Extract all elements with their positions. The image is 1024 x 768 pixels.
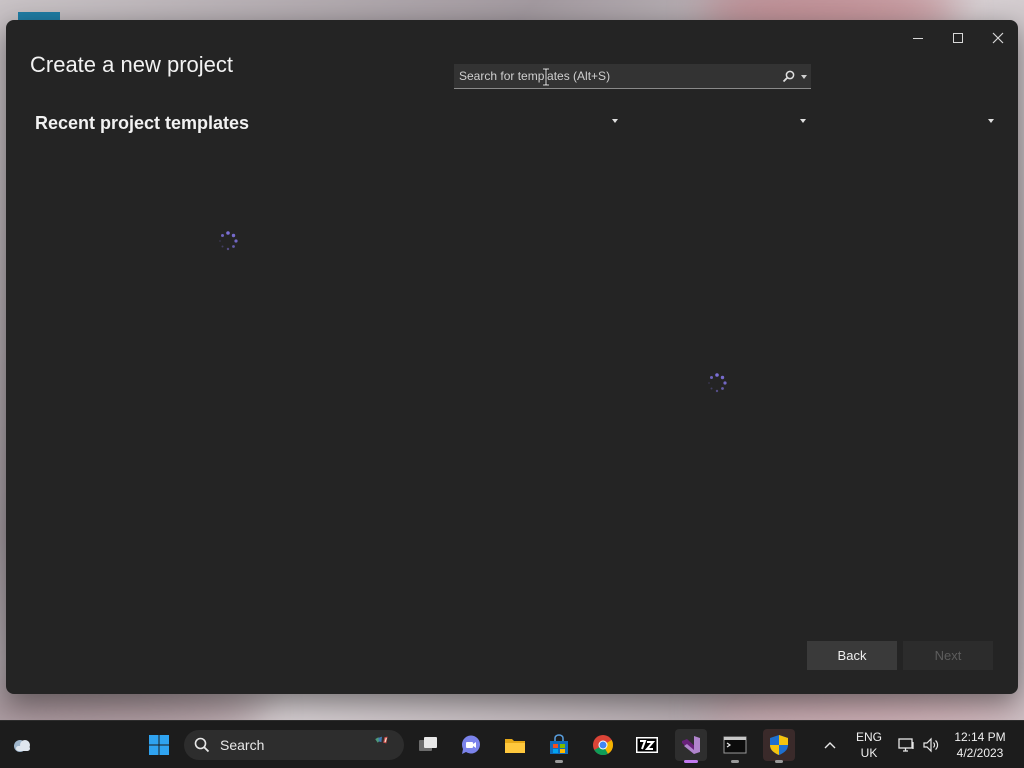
page-title: Create a new project [30, 52, 233, 77]
running-indicator [731, 760, 739, 763]
search-icon [194, 737, 210, 753]
visual-studio-button[interactable] [675, 729, 707, 763]
chrome-icon [593, 735, 614, 756]
task-view-button[interactable] [412, 729, 444, 761]
language-region: UK [860, 746, 878, 760]
volume-control[interactable] [920, 721, 942, 768]
search-icon[interactable] [782, 70, 795, 83]
templates-loading-spinner-icon [708, 373, 727, 393]
project-type-filter-dropdown[interactable] [828, 110, 996, 132]
file-explorer-button[interactable] [499, 729, 531, 761]
taskbar-search-box[interactable]: Search [184, 730, 404, 760]
chevron-down-icon [612, 119, 618, 123]
security-button[interactable] [763, 729, 795, 763]
network-status[interactable] [896, 721, 918, 768]
store-icon [550, 734, 568, 754]
network-icon [898, 738, 914, 752]
active-indicator [684, 760, 698, 763]
close-button[interactable] [978, 24, 1018, 52]
chrome-button[interactable] [587, 729, 619, 761]
task-view-icon [419, 737, 437, 751]
weather-widget[interactable] [6, 729, 38, 761]
minimize-icon [913, 37, 923, 39]
volume-icon [923, 737, 939, 753]
back-button[interactable]: Back [807, 641, 897, 670]
clock-time: 12:14 PM [954, 730, 1006, 744]
running-indicator [555, 760, 563, 763]
search-placeholder: Search for templates (Alt+S) [459, 69, 611, 83]
search-highlight-art-icon [375, 736, 388, 744]
teams-chat-button[interactable] [455, 729, 487, 761]
taskbar-search-label: Search [220, 737, 265, 753]
close-icon [992, 32, 1004, 44]
chevron-up-icon [824, 742, 836, 749]
platform-filter-dropdown[interactable] [644, 110, 808, 132]
weather-icon [14, 740, 30, 752]
7zip-button[interactable] [631, 729, 663, 761]
taskbar: Search ENG UK 12:14 PM 4/2/2023 [0, 720, 1024, 768]
security-shield-icon [770, 735, 788, 755]
language-filter-dropdown[interactable] [456, 110, 620, 132]
maximize-icon [953, 33, 963, 43]
minimize-button[interactable] [898, 24, 938, 52]
language-code: ENG [855, 730, 882, 744]
start-button[interactable] [143, 729, 175, 761]
next-button[interactable]: Next [903, 641, 993, 670]
terminal-button[interactable] [719, 729, 751, 763]
running-indicator [775, 760, 783, 763]
search-options-chevron-icon[interactable] [801, 75, 807, 79]
clock-date: 4/2/2023 [956, 746, 1004, 760]
store-button[interactable] [543, 729, 575, 763]
recent-templates-heading: Recent project templates [35, 113, 250, 133]
system-clock[interactable]: 12:14 PM 4/2/2023 [948, 721, 1012, 768]
chevron-down-icon [988, 119, 994, 123]
terminal-icon [723, 736, 747, 754]
7zip-icon [636, 737, 658, 753]
create-project-dialog: Create a new project Recent project temp… [6, 20, 1018, 694]
text-cursor-icon [543, 68, 549, 86]
teams-icon [461, 735, 480, 754]
show-hidden-icons-button[interactable] [818, 721, 842, 768]
input-language-indicator[interactable]: ENG UK [850, 721, 888, 768]
start-icon [149, 735, 169, 755]
template-search-input[interactable]: Search for templates (Alt+S) [454, 64, 811, 89]
recent-templates-loading-spinner-icon [219, 231, 238, 251]
maximize-button[interactable] [938, 24, 978, 52]
file-explorer-icon [505, 739, 525, 753]
chevron-down-icon [800, 119, 806, 123]
visual-studio-icon [682, 736, 700, 754]
